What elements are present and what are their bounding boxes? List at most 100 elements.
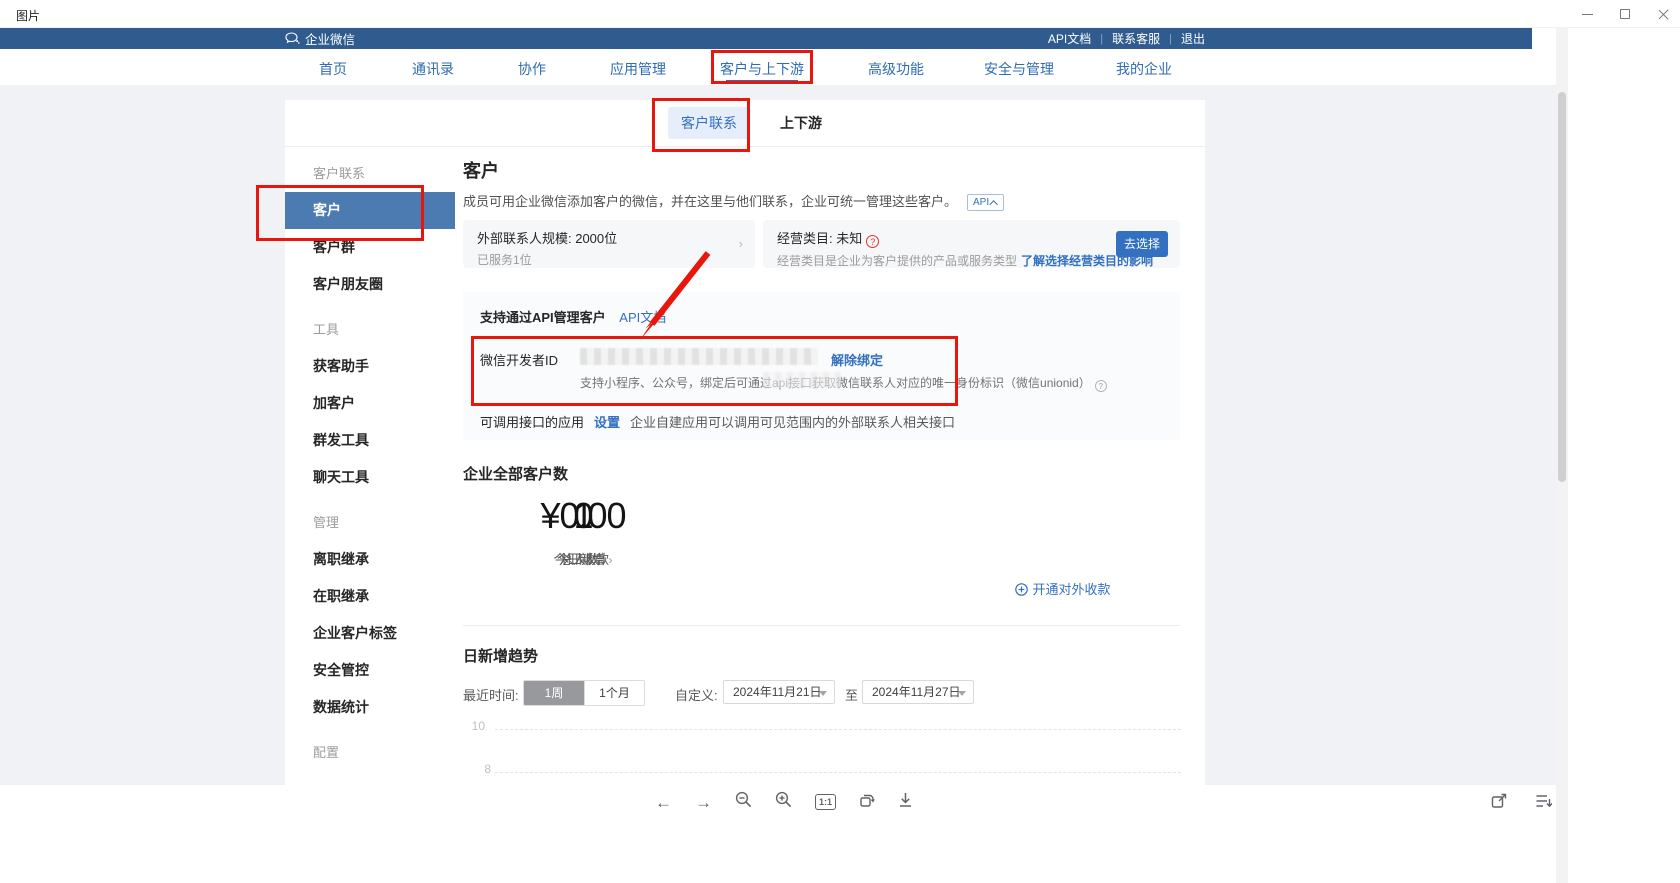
trend-section-title: 日新增趋势: [463, 645, 538, 666]
nav-tab-collaboration[interactable]: 协作: [518, 59, 546, 79]
download-icon: [898, 792, 913, 808]
wecom-logo-icon: [285, 32, 300, 45]
sidebar-header-config: 配置: [285, 734, 455, 771]
nav-tab-app-management[interactable]: 应用管理: [610, 59, 666, 79]
business-category-card: 经营类目: 未知? 经营类目是企业为客户提供的产品或服务类型了解选择经营类目的影…: [763, 220, 1180, 268]
plus-circle-icon: [1015, 583, 1028, 596]
previous-image-button[interactable]: ←: [655, 794, 672, 811]
wecom-header: 企业微信 API文档 | 联系客服 | 退出: [0, 28, 1532, 49]
page-title: 客户: [463, 157, 499, 183]
date-from-select[interactable]: 2024年11月21日: [723, 680, 835, 704]
sidebar-item-statistics[interactable]: 数据统计: [285, 689, 455, 726]
nav-tab-my-company[interactable]: 我的企业: [1116, 59, 1172, 79]
apps-settings-link[interactable]: 设置: [594, 415, 620, 430]
sidebar: 客户联系 客户 客户群 客户朋友圈 工具 获客助手 加客户 群发工具 聊天工具 …: [285, 147, 455, 812]
custom-range-label: 自定义:: [675, 685, 718, 704]
api-doc-header-link[interactable]: API文档: [1048, 30, 1091, 47]
sidebar-item-broadcast-tools[interactable]: 群发工具: [285, 422, 455, 459]
gridline-10: [495, 729, 1181, 730]
wecom-brand[interactable]: 企业微信: [285, 28, 355, 49]
image-list-button[interactable]: [1535, 793, 1552, 814]
choose-category-button[interactable]: 去选择: [1116, 231, 1168, 257]
window-title: 图片: [16, 7, 40, 24]
category-description: 经营类目是企业为客户提供的产品或服务类型了解选择经营类目的影响: [777, 252, 1166, 269]
annotation-arrow: [628, 248, 718, 348]
rotate-button[interactable]: [859, 792, 875, 813]
header-links: API文档 | 联系客服 | 退出: [1048, 28, 1205, 49]
date-to-select[interactable]: 2024年11月27日: [862, 680, 974, 704]
annotation-box-subtab: [652, 98, 750, 152]
sidebar-item-customer-moments[interactable]: 客户朋友圈: [285, 266, 455, 303]
zoom-out-icon: [735, 791, 752, 808]
logout-link[interactable]: 退出: [1181, 30, 1205, 47]
y-axis-tick-8: 8: [469, 762, 491, 776]
stat-income-today: ¥0.00 今日收款: [463, 495, 703, 568]
maximize-button[interactable]: [1618, 7, 1632, 21]
window-controls: [1580, 0, 1670, 28]
viewer-toolbar: ← → 1:1: [0, 785, 1680, 819]
nav-tab-security[interactable]: 安全与管理: [984, 59, 1054, 79]
rotate-icon: [859, 792, 875, 808]
api-panel-title: 支持通过API管理客户: [480, 310, 606, 325]
question-circle-red-icon[interactable]: ?: [866, 235, 879, 248]
tab-supply-chain[interactable]: 上下游: [780, 113, 822, 133]
range-week-button[interactable]: 1周: [524, 681, 584, 705]
separator: |: [1100, 33, 1103, 45]
vertical-scrollbar[interactable]: [1556, 28, 1568, 883]
page-description: 成员可用企业微信添加客户的微信，并在这里与他们联系，企业可统一管理这些客户。AP…: [463, 191, 1004, 211]
nav-tab-home[interactable]: 首页: [319, 59, 347, 79]
annotation-box-nav-tab: [711, 50, 813, 84]
sidebar-item-active-handover[interactable]: 在职继承: [285, 578, 455, 615]
page-background: 客户联系 上下游 客户联系 客户 客户群 客户朋友圈 工具 获客助手 加客户 群…: [0, 85, 1556, 812]
open-in-window-button[interactable]: [1491, 793, 1508, 814]
window-titlebar: 图片: [0, 0, 1680, 28]
sidebar-item-add-customer[interactable]: 加客户: [285, 385, 455, 422]
nav-tab-contacts[interactable]: 通讯录: [412, 59, 454, 79]
separator: |: [1169, 33, 1172, 45]
minimize-icon: [1582, 14, 1593, 15]
contact-support-link[interactable]: 联系客服: [1112, 30, 1160, 47]
to-label: 至: [845, 685, 858, 704]
sidebar-item-resigned-handover[interactable]: 离职继承: [285, 541, 455, 578]
caret-down-icon: [819, 691, 827, 696]
actual-size-button[interactable]: 1:1: [815, 794, 836, 810]
nav-tab-advanced[interactable]: 高级功能: [868, 59, 924, 79]
range-toggle-group: 1周 1个月: [523, 680, 645, 706]
close-button[interactable]: [1656, 7, 1670, 21]
sidebar-item-customer-tags[interactable]: 企业客户标签: [285, 615, 455, 652]
callable-apps-row: 可调用接口的应用设置企业自建应用可以调用可见范围内的外部联系人相关接口: [480, 412, 955, 431]
sidebar-header-tools: 工具: [285, 311, 455, 348]
callable-apps-label: 可调用接口的应用: [480, 415, 584, 430]
contact-scale-title: 外部联系人规模: 2000位: [477, 228, 741, 247]
zoom-in-button[interactable]: [775, 791, 792, 813]
api-badge[interactable]: API: [967, 194, 1004, 211]
category-title: 经营类目: 未知?: [777, 228, 1166, 248]
recent-time-label: 最近时间:: [463, 685, 519, 704]
question-circle-gray-icon[interactable]: ?: [1095, 380, 1107, 392]
sidebar-item-security-control[interactable]: 安全管控: [285, 652, 455, 689]
close-icon: [1658, 9, 1669, 20]
download-button[interactable]: [898, 792, 913, 813]
zoom-in-icon: [775, 791, 792, 808]
zoom-out-button[interactable]: [735, 791, 752, 813]
stats-section-title: 企业全部客户数: [463, 463, 568, 484]
enable-payment-link[interactable]: 开通对外收款: [943, 579, 1183, 598]
caret-down-icon: [958, 691, 966, 696]
annotation-box-sidebar-customer: [256, 185, 424, 241]
sidebar-item-chat-tools[interactable]: 聊天工具: [285, 459, 455, 496]
y-axis-tick-10: 10: [463, 719, 485, 733]
scrollbar-thumb[interactable]: [1558, 92, 1566, 482]
minimize-button[interactable]: [1580, 7, 1594, 21]
chevron-right-icon: ›: [739, 236, 743, 251]
caret-up-icon: [989, 200, 997, 208]
gridline-8: [495, 772, 1181, 773]
stat-income-value: ¥0.00: [463, 495, 703, 537]
callable-apps-note: 企业自建应用可以调用可见范围内的外部联系人相关接口: [630, 415, 955, 430]
section-divider: [463, 625, 1180, 626]
sidebar-item-lead-assistant[interactable]: 获客助手: [285, 348, 455, 385]
stat-income-label: 今日收款: [463, 549, 703, 568]
image-list-icon: [1535, 793, 1552, 809]
next-image-button[interactable]: →: [695, 794, 712, 811]
content-area: 客户 成员可用企业微信添加客户的微信，并在这里与他们联系，企业可统一管理这些客户…: [463, 147, 1190, 812]
range-month-button[interactable]: 1个月: [584, 681, 644, 705]
